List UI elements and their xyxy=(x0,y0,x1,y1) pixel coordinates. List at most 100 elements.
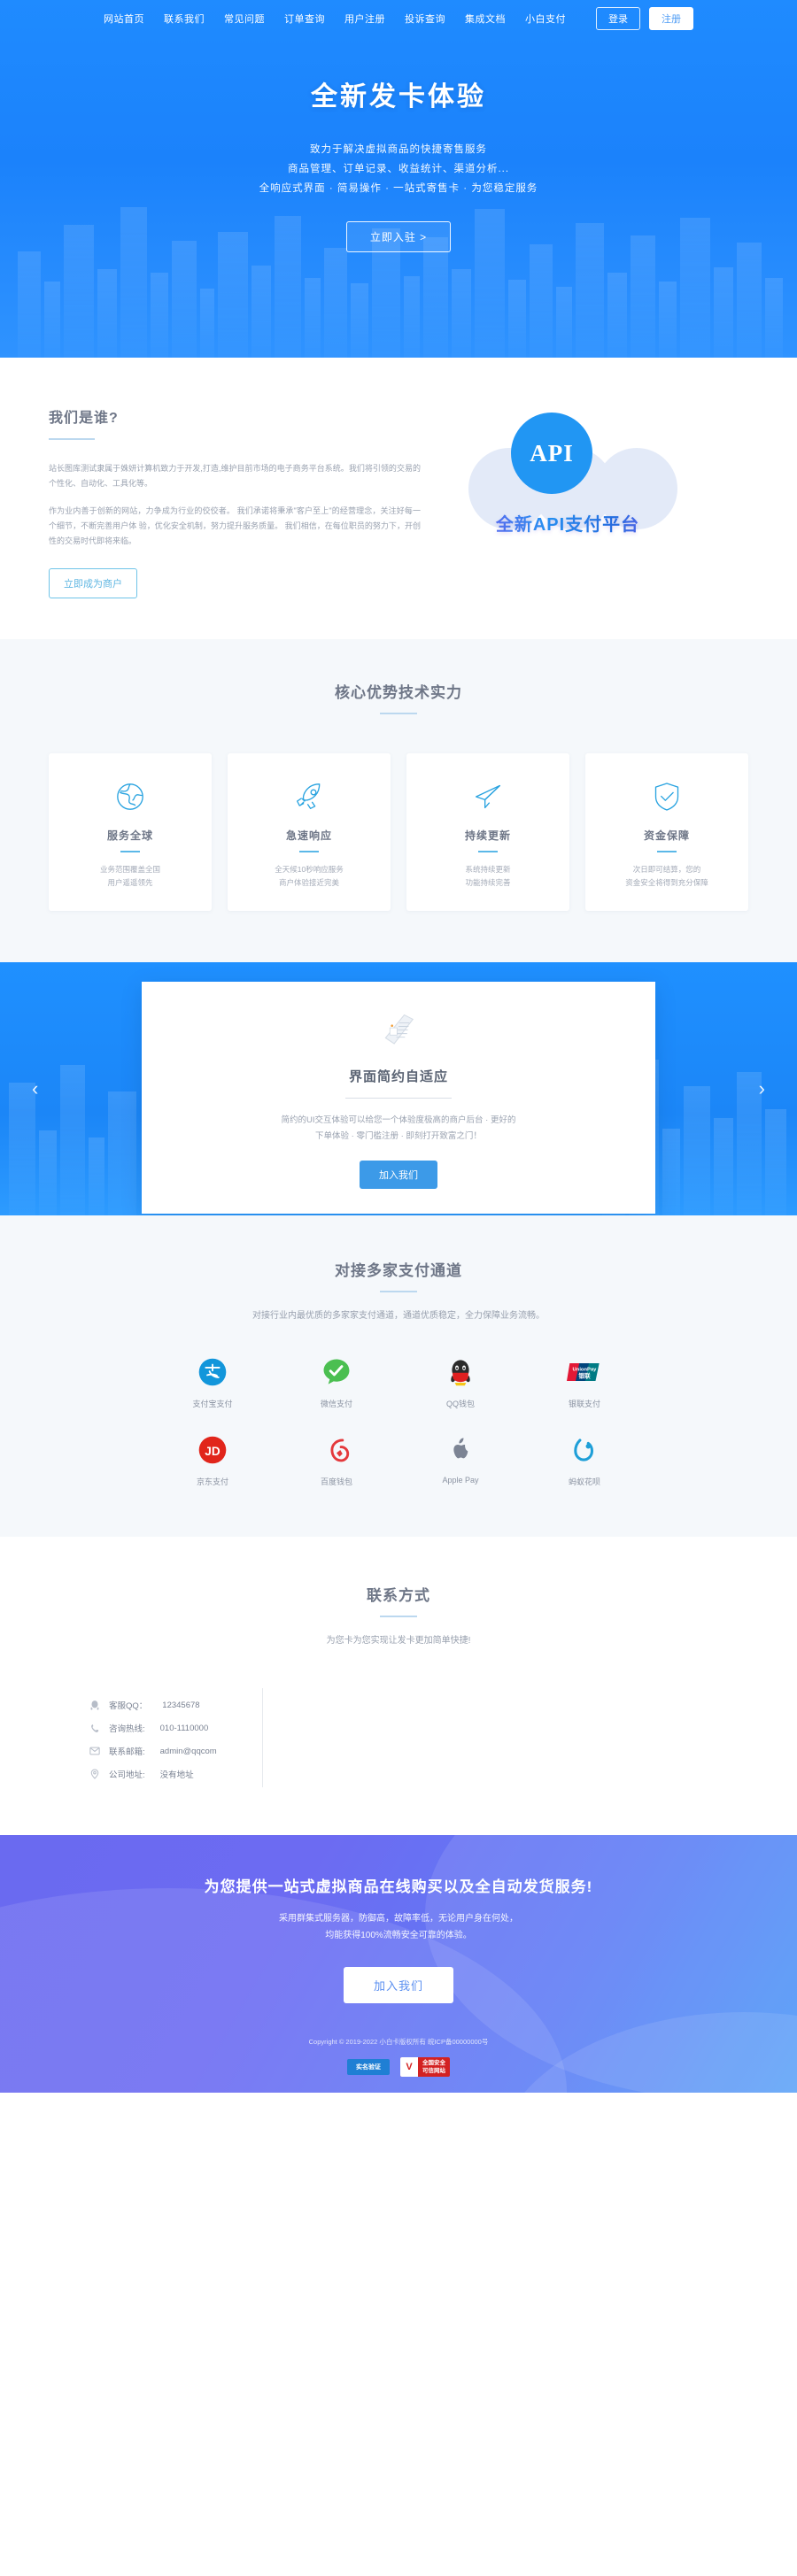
become-merchant-button[interactable]: 立即成为商户 xyxy=(49,568,137,598)
contact-underline-rule xyxy=(380,1616,417,1617)
payments-underline-rule xyxy=(380,1291,417,1292)
advantage-line-1: 全天候10秒响应服务 xyxy=(275,865,344,874)
footer-cta-line-1: 采用群集式服务器，防御高，故障率低，无论用户身在何处， xyxy=(279,1914,518,1924)
advantage-card-global-service[interactable]: 服务全球 业务范围覆盖全国 用户遥遥领先 xyxy=(49,753,212,911)
svg-text:JD: JD xyxy=(205,1445,221,1458)
nav-item-faq[interactable]: 常见问题 xyxy=(224,12,265,26)
contact-value: 010-1110000 xyxy=(159,1723,209,1733)
payments-subtitle: 对接行业内最优质的多家家支付通道，通道优质稳定，全力保障业务流畅。 xyxy=(252,1311,545,1321)
advantage-title: 持续更新 xyxy=(464,829,511,842)
nav-item-user-register[interactable]: 用户注册 xyxy=(344,12,385,26)
payment-method-apple-pay[interactable]: Apple Pay xyxy=(398,1432,522,1487)
payment-method-label: 银联支付 xyxy=(568,1400,600,1408)
register-button[interactable]: 注册 xyxy=(649,7,693,30)
who-paragraph-1: 站长图库测试隶属于姝妍计算机致力于开发,打造,维护目前市场的电子商务平台系统。我… xyxy=(49,464,421,488)
carousel-line-1: 简约的UI交互体验可以给您一个体验度极高的商户后台 · 更好的 xyxy=(281,1115,516,1125)
advantage-title: 急速响应 xyxy=(285,829,332,842)
carousel-next-arrow[interactable]: › xyxy=(759,1077,765,1100)
nav-item-home[interactable]: 网站首页 xyxy=(104,12,144,26)
advantage-line-2: 用户遥遥领先 xyxy=(107,878,153,887)
advantages-card-grid: 服务全球 业务范围覆盖全国 用户遥遥领先 急速响应 全天候10秒响应服务 商户体… xyxy=(49,753,748,911)
advantage-title: 服务全球 xyxy=(106,829,153,842)
advantage-rule xyxy=(120,851,140,852)
payment-method-jd[interactable]: JD 京东支付 xyxy=(151,1432,275,1487)
hero-title: 全新发卡体验 xyxy=(311,82,486,112)
realname-verified-badge[interactable]: 实名验证 xyxy=(347,2059,390,2075)
payment-method-alipay[interactable]: 支付宝支付 xyxy=(151,1354,275,1409)
nav-item-xiaobai-pay[interactable]: 小白支付 xyxy=(525,12,566,26)
advantage-line-1: 业务范围覆盖全国 xyxy=(99,865,160,874)
paper-plane-icon xyxy=(419,776,557,817)
advantage-title: 资金保障 xyxy=(643,829,690,842)
payment-methods-grid: 支付宝支付 微信支付 QQ钱包 UnionPay 银联 银联支付 JD 京东支付… xyxy=(151,1354,646,1487)
trusted-site-badge[interactable]: V 全国安全 可信网站 xyxy=(400,2057,450,2077)
payment-method-wechat[interactable]: 微信支付 xyxy=(275,1354,398,1409)
who-we-are-section: 我们是谁? 站长图库测试隶属于姝妍计算机致力于开发,打造,维护目前市场的电子商务… xyxy=(0,358,797,639)
contact-row-phone: 咨询热线: 010-1110000 xyxy=(89,1716,708,1739)
advantage-card-continuous-update[interactable]: 持续更新 系统持续更新 功能持续完善 xyxy=(406,753,569,911)
contact-row-qq: 客服QQ： 12345678 xyxy=(89,1693,708,1716)
hero-line-3: 全响应式界面 · 简易操作 · 一站式寄售卡 · 为您稳定服务 xyxy=(259,183,538,194)
api-badge-label: API xyxy=(530,439,574,467)
advantage-rule xyxy=(299,851,319,852)
unionpay-icon: UnionPay 银联 xyxy=(522,1354,646,1390)
login-button[interactable]: 登录 xyxy=(596,7,640,30)
payment-method-label: 蚂蚁花呗 xyxy=(568,1477,600,1486)
advantage-card-fund-security[interactable]: 资金保障 次日即可结算，您的 资金安全将得到充分保障 xyxy=(585,753,748,911)
feature-carousel-section: ‹ › 界面简约自适应 简约的UI交互体验可以给您一个体验度极高的商户后台 · … xyxy=(0,962,797,1215)
advantage-card-fast-response[interactable]: 急速响应 全天候10秒响应服务 商户体验接近完美 xyxy=(228,753,391,911)
carousel-prev-arrow[interactable]: ‹ xyxy=(32,1077,38,1100)
payment-method-unionpay[interactable]: UnionPay 银联 银联支付 xyxy=(522,1354,646,1409)
nav-item-integration-docs[interactable]: 集成文档 xyxy=(465,12,506,26)
hero-join-now-button[interactable]: 立即入驻 > xyxy=(345,221,452,252)
alipay-icon xyxy=(151,1354,275,1390)
qq-icon xyxy=(89,1700,101,1710)
phone-icon xyxy=(89,1724,101,1733)
shield-v-icon: V xyxy=(400,2057,418,2077)
contact-value: 没有地址 xyxy=(159,1770,194,1780)
contact-row-address: 公司地址: 没有地址 xyxy=(89,1762,708,1785)
advantage-line-2: 资金安全将得到充分保障 xyxy=(625,878,708,887)
api-illustration: API 全新API支付平台 xyxy=(444,405,727,591)
advantage-rule xyxy=(657,851,677,852)
document-card-icon xyxy=(177,1008,620,1056)
api-caption-text: 全新API支付平台 xyxy=(453,510,683,536)
contact-key: 咨询热线: xyxy=(109,1724,145,1734)
payment-method-huabei[interactable]: 蚂蚁花呗 xyxy=(522,1432,646,1487)
advantages-title: 核心优势技术实力 xyxy=(335,684,462,701)
payment-method-label: 百度钱包 xyxy=(320,1477,352,1486)
nav-item-contact[interactable]: 联系我们 xyxy=(164,12,205,26)
hero-section: 网站首页 联系我们 常见问题 订单查询 用户注册 投诉查询 集成文档 小白支付 … xyxy=(0,0,797,358)
top-navigation-bar[interactable]: 网站首页 联系我们 常见问题 订单查询 用户注册 投诉查询 集成文档 小白支付 … xyxy=(0,0,797,37)
payment-channels-section: 对接多家支付通道 对接行业内最优质的多家家支付通道，通道优质稳定，全力保障业务流… xyxy=(0,1215,797,1537)
hero-line-1: 致力于解决虚拟商品的快捷寄售服务 xyxy=(310,144,487,155)
footer-join-us-button[interactable]: 加入我们 xyxy=(343,1967,453,2003)
globe-icon xyxy=(61,776,199,817)
advantage-rule xyxy=(478,851,498,852)
hero-line-2: 商品管理、订单记录、收益统计、渠道分析... xyxy=(287,164,510,174)
huabei-icon xyxy=(522,1432,646,1468)
advantage-line-1: 系统持续更新 xyxy=(465,865,511,874)
nav-item-complaint-query[interactable]: 投诉查询 xyxy=(405,12,445,26)
payment-method-baidu-wallet[interactable]: 百度钱包 xyxy=(275,1432,398,1487)
payment-method-qq-wallet[interactable]: QQ钱包 xyxy=(398,1354,522,1409)
nav-links: 网站首页 联系我们 常见问题 订单查询 用户注册 投诉查询 集成文档 小白支付 xyxy=(104,12,566,26)
carousel-slide-rule xyxy=(345,1098,452,1099)
carousel-slide-title: 界面简约自适应 xyxy=(348,1069,448,1084)
carousel-join-us-button[interactable]: 加入我们 xyxy=(360,1161,437,1189)
contact-value: 12345678 xyxy=(162,1700,200,1710)
mail-icon xyxy=(89,1747,101,1755)
who-paragraph-2: 作为业内善于创新的网站，力争成为行业的佼佼者。 我们承诺将秉承"客户至上"的经营… xyxy=(49,506,421,545)
payment-method-label: Apple Pay xyxy=(442,1476,479,1485)
carousel-line-2: 下单体验 · 零门槛注册 · 即刻打开致富之门！ xyxy=(315,1131,482,1141)
payment-method-label: 支付宝支付 xyxy=(192,1400,233,1408)
contact-value: admin@qqcom xyxy=(159,1746,217,1756)
advantage-line-2: 商户体验接近完美 xyxy=(278,878,339,887)
trusted-badge-line-1: 全国安全 xyxy=(422,2060,445,2066)
footer-cta-heading: 为您提供一站式虚拟商品在线购买以及全自动发货服务! xyxy=(204,1878,593,1895)
location-icon xyxy=(89,1769,101,1779)
nav-item-order-query[interactable]: 订单查询 xyxy=(284,12,325,26)
payment-method-label: QQ钱包 xyxy=(445,1400,475,1408)
qq-wallet-icon xyxy=(398,1354,522,1390)
rocket-icon xyxy=(240,776,378,817)
